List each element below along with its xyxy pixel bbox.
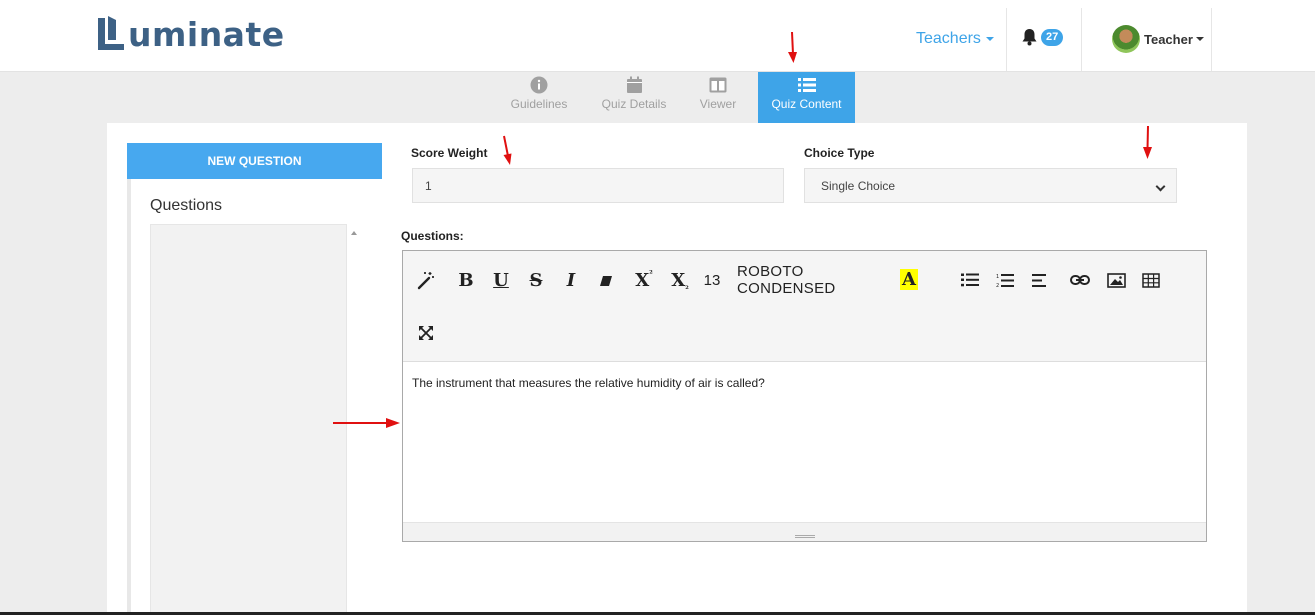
highlight-color-button[interactable]: A bbox=[900, 269, 918, 290]
top-navbar: uminate Teachers 27 Teacher bbox=[0, 0, 1315, 72]
image-icon[interactable] bbox=[1105, 270, 1127, 290]
new-question-button[interactable]: NEW QUESTION bbox=[127, 143, 382, 179]
caret-down-icon bbox=[1195, 37, 1204, 41]
choice-type-select[interactable]: Single Choice bbox=[804, 168, 1177, 203]
chevron-down-icon bbox=[1155, 181, 1166, 192]
questions-list[interactable] bbox=[150, 224, 347, 615]
score-weight-value: 1 bbox=[425, 178, 432, 193]
columns-icon bbox=[709, 76, 727, 94]
editor-resize-bar[interactable] bbox=[403, 522, 1206, 541]
nav-divider bbox=[1006, 8, 1007, 71]
choice-type-label: Choice Type bbox=[804, 146, 875, 160]
annotation-arrow-icon bbox=[333, 418, 400, 428]
user-name: Teacher bbox=[1144, 31, 1193, 47]
scroll-up-icon[interactable] bbox=[351, 231, 357, 235]
nav-divider bbox=[1081, 8, 1082, 71]
info-circle-icon bbox=[530, 76, 548, 94]
font-family-button[interactable]: ROBOTO CONDENSED bbox=[737, 263, 879, 297]
table-icon[interactable] bbox=[1140, 270, 1162, 290]
tab-label: Quiz Details bbox=[601, 97, 667, 111]
resize-grip-icon[interactable] bbox=[795, 535, 815, 538]
annotation-arrow-icon bbox=[788, 31, 797, 63]
bell-icon bbox=[1022, 29, 1037, 46]
font-size-button[interactable]: 13 bbox=[701, 268, 723, 292]
notification-count-badge: 27 bbox=[1041, 28, 1064, 46]
bullet-list-icon[interactable] bbox=[959, 270, 981, 290]
logo-text: uminate bbox=[128, 15, 285, 54]
tab-quiz-content[interactable]: Quiz Content bbox=[758, 72, 855, 123]
fullscreen-icon[interactable] bbox=[415, 322, 437, 344]
user-menu[interactable]: Teacher bbox=[1112, 25, 1204, 53]
superscript-button[interactable]: X² bbox=[631, 268, 657, 292]
caret-down-icon bbox=[985, 37, 994, 41]
questions-title: Questions bbox=[150, 197, 223, 214]
annotation-arrow-icon bbox=[503, 135, 512, 165]
editor-content-area[interactable]: The instrument that measures the relativ… bbox=[403, 362, 1206, 522]
calendar-icon bbox=[625, 76, 643, 94]
rich-text-editor: B U S I X² X₂ 13 ROBOTO CONDENSED A 12 T… bbox=[402, 250, 1207, 542]
italic-button[interactable]: I bbox=[561, 268, 581, 292]
bold-button[interactable]: B bbox=[456, 268, 476, 292]
teachers-dropdown[interactable]: Teachers bbox=[916, 30, 994, 48]
numbered-list-icon[interactable]: 12 bbox=[994, 270, 1016, 290]
teachers-label: Teachers bbox=[916, 30, 981, 47]
subscript-button[interactable]: X₂ bbox=[667, 268, 693, 292]
tab-label: Viewer bbox=[699, 97, 737, 111]
tab-quiz-details[interactable]: Quiz Details bbox=[598, 72, 670, 123]
choice-type-value: Single Choice bbox=[821, 178, 896, 193]
editor-toolbar: B U S I X² X₂ 13 ROBOTO CONDENSED A 12 bbox=[403, 251, 1206, 362]
nav-divider bbox=[1211, 8, 1212, 71]
luminate-logo[interactable]: uminate bbox=[96, 10, 285, 54]
tab-guidelines[interactable]: Guidelines bbox=[508, 72, 570, 123]
tab-viewer[interactable]: Viewer bbox=[697, 72, 739, 123]
score-weight-label: Score Weight bbox=[411, 146, 488, 160]
align-left-icon[interactable] bbox=[1029, 270, 1051, 290]
svg-text:2: 2 bbox=[996, 283, 999, 288]
eraser-icon[interactable] bbox=[596, 270, 616, 292]
notifications-button[interactable]: 27 bbox=[1021, 28, 1064, 46]
logo-mark-icon bbox=[98, 16, 124, 50]
underline-button[interactable]: U bbox=[491, 268, 511, 292]
avatar bbox=[1112, 25, 1140, 53]
strikethrough-button[interactable]: S bbox=[526, 268, 546, 292]
quiz-tabs: Guidelines Quiz Details Viewer Quiz Cont… bbox=[0, 72, 1315, 123]
list-icon bbox=[797, 76, 816, 94]
magic-wand-icon[interactable] bbox=[415, 268, 437, 292]
questions-editor-label: Questions: bbox=[401, 229, 464, 243]
link-icon[interactable] bbox=[1069, 270, 1091, 290]
tab-label: Quiz Content bbox=[771, 97, 842, 111]
svg-text:1: 1 bbox=[996, 274, 999, 280]
score-weight-input[interactable]: 1 bbox=[412, 168, 784, 203]
tab-label: Guidelines bbox=[510, 97, 568, 111]
annotation-arrow-icon bbox=[1143, 125, 1152, 159]
question-text: The instrument that measures the relativ… bbox=[412, 376, 765, 390]
